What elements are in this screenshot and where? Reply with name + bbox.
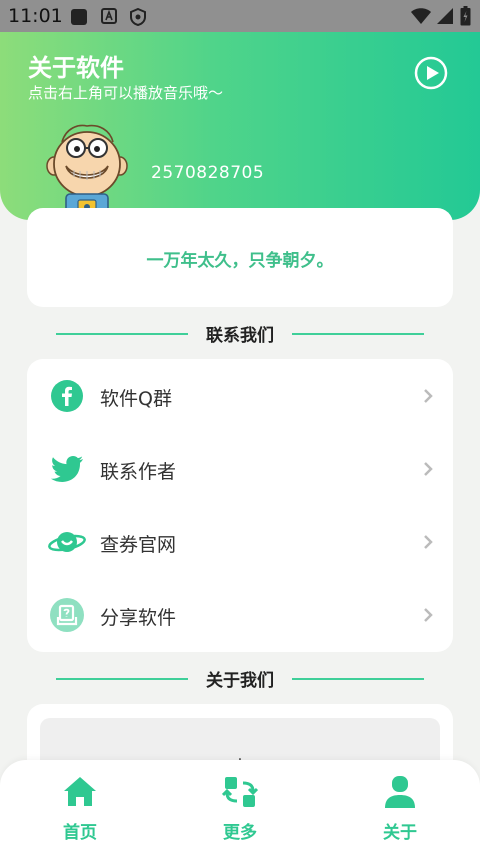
tab-more[interactable]: 更多	[180, 760, 300, 854]
status-bar: 11:01	[0, 0, 480, 32]
battery-charging-icon	[460, 6, 471, 26]
contact-menu: 软件Q群 联系作者 查券官网 分享软件	[27, 359, 453, 652]
menu-item-contact-author[interactable]: 联系作者	[27, 432, 453, 505]
chevron-right-icon	[424, 608, 433, 622]
menu-item-label: 软件Q群	[100, 388, 172, 410]
signal-icon	[437, 8, 453, 24]
tab-label: 首页	[63, 823, 97, 843]
tab-label: 关于	[383, 823, 417, 843]
wifi-icon	[411, 8, 431, 24]
header-banner: 关于软件 点击右上角可以播放音乐哦～ 2570828705	[0, 32, 480, 223]
contact-section-heading: 联系我们	[56, 321, 424, 346]
twitter-bird-icon	[50, 455, 83, 482]
bottom-tab-bar: 首页 更多 关于	[0, 760, 480, 854]
chevron-right-icon	[424, 389, 433, 403]
quote-card: 一万年太久，只争朝夕。	[27, 208, 453, 307]
divider-line-right	[292, 333, 424, 335]
quote-text: 一万年太久，只争朝夕。	[146, 251, 334, 271]
menu-item-label: 分享软件	[100, 607, 177, 629]
facebook-icon	[51, 380, 83, 412]
menu-item-coupon-website[interactable]: 查券官网	[27, 505, 453, 578]
chevron-right-icon	[424, 535, 433, 549]
page-title: 关于软件	[28, 54, 124, 82]
user-icon	[385, 776, 415, 808]
menu-item-qq-group[interactable]: 软件Q群	[27, 359, 453, 432]
chevron-right-icon	[424, 462, 433, 476]
status-time: 11:01	[8, 5, 63, 27]
planet-icon	[48, 532, 86, 552]
divider-line-right	[292, 678, 424, 680]
page-subtitle: 点击右上角可以播放音乐哦～	[28, 84, 224, 102]
menu-item-label: 查券官网	[100, 534, 177, 556]
home-icon	[64, 777, 96, 806]
about-section-heading: 关于我们	[56, 666, 424, 691]
play-circle-icon[interactable]	[414, 56, 448, 90]
a-badge-icon	[101, 8, 117, 24]
user-id: 2570828705	[151, 163, 265, 183]
tab-about[interactable]: 关于	[340, 760, 460, 854]
tab-label: 更多	[223, 823, 257, 843]
menu-item-share-app[interactable]: 分享软件	[27, 578, 453, 651]
swap-grid-icon	[222, 777, 258, 807]
share-box-icon	[50, 598, 84, 632]
app-square-icon	[71, 9, 87, 25]
menu-item-label: 联系作者	[100, 461, 177, 483]
shield-icon	[130, 8, 146, 26]
tab-home[interactable]: 首页	[20, 760, 140, 854]
